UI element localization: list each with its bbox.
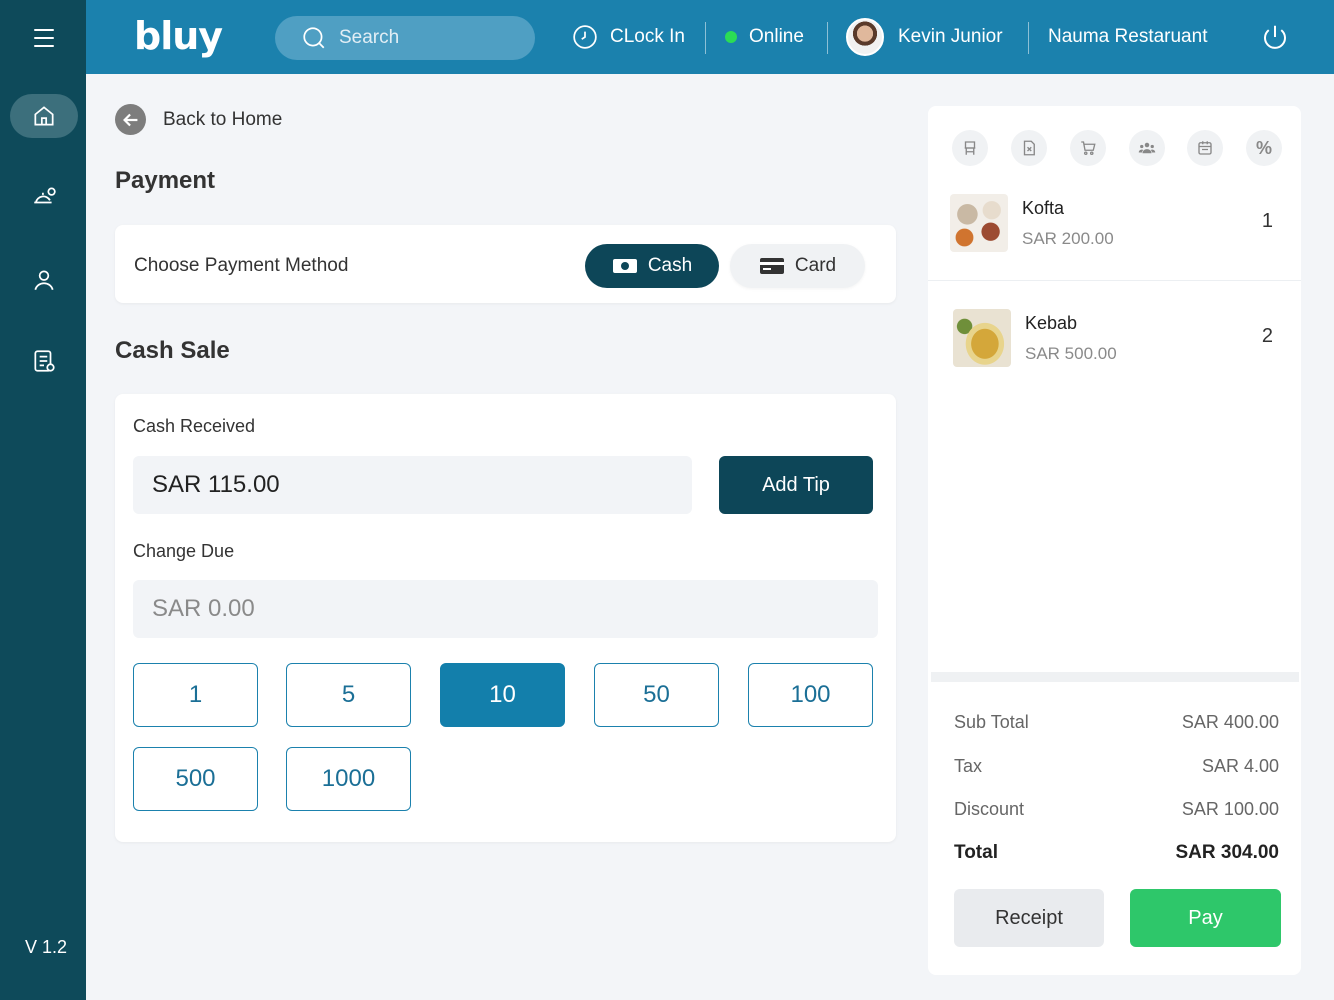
back-to-home-label: Back to Home bbox=[163, 108, 283, 130]
pay-button[interactable]: Pay bbox=[1130, 889, 1281, 947]
app-version: V 1.2 bbox=[24, 937, 68, 957]
back-arrow-icon bbox=[115, 104, 146, 135]
kofta-thumbnail bbox=[950, 194, 1008, 252]
amount-button-100[interactable]: 100 bbox=[748, 663, 873, 727]
discount-value: SAR 100.00 bbox=[1181, 799, 1279, 819]
tax-value: SAR 4.00 bbox=[1201, 756, 1279, 776]
tax-label: Tax bbox=[954, 756, 983, 776]
report-icon bbox=[34, 350, 55, 372]
cart-icon bbox=[1081, 141, 1096, 156]
change-due-field bbox=[133, 580, 878, 638]
order-item[interactable]: Kofta SAR 200.00 1 bbox=[928, 180, 1301, 296]
change-due-label: Change Due bbox=[133, 541, 235, 561]
chair-icon bbox=[964, 141, 976, 155]
payment-method-card: Choose Payment Method Cash Card bbox=[115, 225, 896, 303]
clock-in-button[interactable]: CLock In bbox=[572, 0, 685, 74]
clock-icon bbox=[573, 25, 597, 49]
online-status[interactable]: Online bbox=[725, 0, 804, 74]
discount-tool-button[interactable]: % bbox=[1246, 130, 1282, 166]
payment-title: Payment bbox=[115, 167, 216, 194]
discount-row: Discount SAR 100.00 bbox=[954, 799, 1279, 820]
sidebar: V 1.2 bbox=[0, 0, 86, 1000]
cash-received-label: Cash Received bbox=[133, 416, 256, 436]
order-item[interactable]: Kebab SAR 500.00 2 bbox=[928, 295, 1301, 411]
top-bar: bluy CLock In Online Kevin Junior Nauma … bbox=[86, 0, 1334, 74]
card-method-label: Card bbox=[794, 255, 837, 276]
user-profile[interactable]: Kevin Junior bbox=[846, 0, 1003, 74]
choose-payment-method-label: Choose Payment Method bbox=[134, 255, 349, 276]
cash-sale-card: Cash Received Add Tip Change Due 1 5 10 … bbox=[115, 394, 896, 842]
subtotal-row: Sub Total SAR 400.00 bbox=[954, 712, 1279, 733]
credit-card-icon bbox=[759, 258, 784, 274]
card-method-button[interactable]: Card bbox=[730, 244, 865, 288]
sidebar-item-home[interactable] bbox=[10, 94, 78, 138]
group-icon bbox=[1138, 142, 1156, 154]
cloche-icon bbox=[34, 187, 56, 204]
search-icon bbox=[303, 27, 325, 49]
amount-button-500[interactable]: 500 bbox=[133, 747, 258, 811]
order-item-name: Kofta bbox=[1022, 198, 1065, 218]
power-icon[interactable] bbox=[1260, 22, 1290, 52]
sidebar-item-profile[interactable] bbox=[10, 258, 78, 302]
sidebar-item-orders[interactable] bbox=[10, 174, 78, 218]
table-tool-button[interactable] bbox=[952, 130, 988, 166]
search-input[interactable] bbox=[339, 27, 509, 49]
brand-logo[interactable]: bluy bbox=[134, 14, 223, 58]
summary-divider bbox=[931, 672, 1299, 682]
online-dot-icon bbox=[725, 31, 737, 43]
amount-button-50[interactable]: 50 bbox=[594, 663, 719, 727]
header-divider bbox=[827, 22, 828, 54]
file-cancel-icon bbox=[1023, 140, 1035, 156]
total-row: Total SAR 304.00 bbox=[954, 842, 1279, 864]
restaurant-selector[interactable]: Nauma Restaruant bbox=[1048, 0, 1207, 74]
item-divider bbox=[928, 280, 1301, 281]
amount-button-1000[interactable]: 1000 bbox=[286, 747, 411, 811]
cash-method-button[interactable]: Cash bbox=[585, 244, 719, 288]
restaurant-name: Nauma Restaruant bbox=[1048, 26, 1208, 47]
add-tip-button[interactable]: Add Tip bbox=[719, 456, 873, 514]
order-item-name: Kebab bbox=[1025, 313, 1078, 333]
percent-icon: % bbox=[1255, 137, 1272, 158]
online-status-label: Online bbox=[749, 26, 804, 47]
receipt-button[interactable]: Receipt bbox=[954, 889, 1104, 947]
order-item-qty: 2 bbox=[1261, 325, 1273, 347]
cash-icon bbox=[612, 259, 637, 273]
customers-tool-button[interactable] bbox=[1129, 130, 1165, 166]
total-label: Total bbox=[954, 842, 998, 863]
amount-button-5[interactable]: 5 bbox=[286, 663, 411, 727]
search-box[interactable] bbox=[275, 16, 535, 60]
subtotal-value: SAR 400.00 bbox=[1181, 712, 1279, 732]
user-icon bbox=[34, 270, 54, 291]
amount-button-1[interactable]: 1 bbox=[133, 663, 258, 727]
cash-received-input[interactable] bbox=[133, 456, 692, 514]
user-name: Kevin Junior bbox=[898, 26, 1003, 47]
home-icon bbox=[34, 106, 54, 126]
order-item-qty: 1 bbox=[1261, 210, 1273, 232]
discount-label: Discount bbox=[954, 799, 1025, 819]
calendar-icon bbox=[1198, 141, 1212, 155]
amount-button-10[interactable]: 10 bbox=[440, 663, 565, 727]
menu-icon[interactable] bbox=[24, 22, 64, 54]
sidebar-item-reports[interactable] bbox=[10, 339, 78, 383]
tax-row: Tax SAR 4.00 bbox=[954, 756, 1279, 777]
cart-tool-button[interactable] bbox=[1070, 130, 1106, 166]
header-divider bbox=[705, 22, 706, 54]
clock-in-label: CLock In bbox=[610, 26, 685, 47]
order-panel: % Kofta SAR 200.00 1 Kebab SAR 500.00 2 … bbox=[928, 106, 1301, 975]
order-item-price: SAR 500.00 bbox=[1025, 344, 1117, 363]
cash-method-label: Cash bbox=[647, 255, 693, 276]
cancel-order-tool-button[interactable] bbox=[1011, 130, 1047, 166]
avatar bbox=[846, 18, 884, 56]
header-divider bbox=[1028, 22, 1029, 54]
order-item-price: SAR 200.00 bbox=[1022, 229, 1114, 248]
subtotal-label: Sub Total bbox=[954, 712, 1029, 732]
back-to-home-link[interactable]: Back to Home bbox=[115, 104, 282, 135]
kebab-thumbnail bbox=[953, 309, 1011, 367]
calendar-tool-button[interactable] bbox=[1187, 130, 1223, 166]
total-value: SAR 304.00 bbox=[1175, 842, 1279, 863]
cash-sale-title: Cash Sale bbox=[115, 337, 230, 364]
